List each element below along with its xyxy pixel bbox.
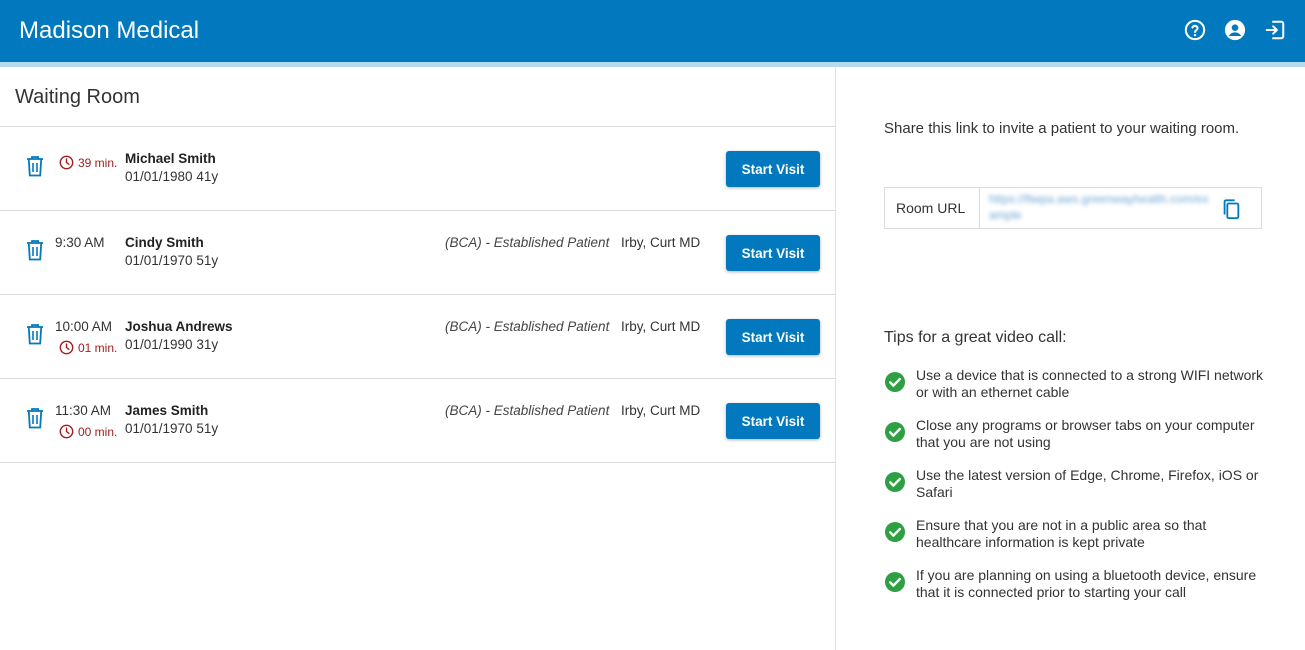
page-title: Waiting Room: [15, 86, 140, 108]
provider-name: Irby, Curt MD: [621, 403, 701, 418]
copy-icon[interactable]: [1220, 197, 1242, 221]
start-visit-button[interactable]: Start Visit: [726, 151, 820, 187]
tip-text: If you are planning on using a bluetooth…: [916, 567, 1257, 600]
wait-time: 01 min.: [59, 340, 117, 355]
patient-dob: 01/01/1980 41y: [125, 169, 219, 184]
wait-time: 00 min.: [59, 424, 117, 439]
patient-dob: 01/01/1970 51y: [125, 421, 219, 436]
check-icon: [884, 571, 906, 593]
appointment-time: 9:30 AM: [55, 235, 105, 250]
waiting-room-panel: Waiting Room 39 min. Michael Smith 01/01/1…: [0, 67, 836, 650]
tips-title: Tips for a great video call:: [884, 329, 1067, 346]
patient-name: Joshua Andrews: [125, 319, 233, 334]
visit-type: (BCA) - Established Patient: [445, 319, 610, 334]
tip-text: Use the latest version of Edge, Chrome, …: [916, 467, 1259, 500]
trash-icon[interactable]: [26, 323, 44, 345]
room-url-box: Room URL https://ftwpa.aws.greenwayhealt…: [884, 187, 1262, 229]
patient-name: James Smith: [125, 403, 209, 418]
check-icon: [884, 371, 906, 393]
invite-text: Share this link to invite a patient to y…: [884, 120, 1240, 137]
tip-text: Close any programs or browser tabs on yo…: [916, 417, 1255, 450]
tip-text: Ensure that you are not in a public area…: [916, 517, 1207, 550]
check-icon: [884, 471, 906, 493]
tip-text: Use a device that is connected to a stro…: [916, 367, 1264, 400]
header-actions: [1184, 19, 1286, 41]
visit-type: (BCA) - Established Patient: [445, 235, 610, 250]
wait-time-label: 39 min.: [78, 155, 118, 170]
logout-icon[interactable]: [1264, 19, 1286, 41]
appointment-time: 10:00 AM: [55, 319, 113, 334]
app-title: Madison Medical: [19, 17, 200, 44]
clock-icon: [59, 340, 74, 355]
patient-dob: 01/01/1970 51y: [125, 253, 219, 268]
patient-row: 11:30 AM 00 min. James Smith 01/01/1970 51y…: [0, 379, 836, 463]
trash-icon[interactable]: [26, 239, 44, 261]
clock-icon: [59, 155, 74, 170]
check-icon: [884, 521, 906, 543]
wait-time: 39 min.: [59, 155, 117, 170]
help-icon[interactable]: [1184, 19, 1206, 41]
room-url-label: Room URL: [885, 188, 980, 228]
app-header: Madison Medical: [0, 0, 1305, 62]
account-icon[interactable]: [1224, 19, 1246, 41]
invite-panel: Share this link to invite a patient to y…: [837, 67, 1305, 650]
room-url-value[interactable]: https://ftwpa.aws.greenwayhealth.com/exa…: [989, 191, 1209, 225]
clock-icon: [59, 424, 74, 439]
check-icon: [884, 421, 906, 443]
wait-time-label: 01 min.: [78, 340, 118, 355]
appointment-time: 11:30 AM: [55, 403, 112, 418]
patient-row: 10:00 AM 01 min. Joshua Andrews 01/01/1990 …: [0, 295, 836, 379]
provider-name: Irby, Curt MD: [621, 319, 701, 334]
patient-row: 39 min. Michael Smith 01/01/1980 41y Start …: [0, 127, 836, 211]
trash-icon[interactable]: [26, 407, 44, 429]
visit-type: (BCA) - Established Patient: [445, 403, 610, 418]
patient-name: Michael Smith: [125, 151, 216, 166]
provider-name: Irby, Curt MD: [621, 235, 701, 250]
trash-icon[interactable]: [26, 155, 44, 177]
patient-row: 9:30 AM Cindy Smith 01/01/1970 51y (BCA) - …: [0, 211, 836, 295]
patient-name: Cindy Smith: [125, 235, 204, 250]
wait-time-label: 00 min.: [78, 424, 118, 439]
start-visit-button[interactable]: Start Visit: [726, 403, 820, 439]
patient-dob: 01/01/1990 31y: [125, 337, 219, 352]
start-visit-button[interactable]: Start Visit: [726, 235, 820, 271]
start-visit-button[interactable]: Start Visit: [726, 319, 820, 355]
